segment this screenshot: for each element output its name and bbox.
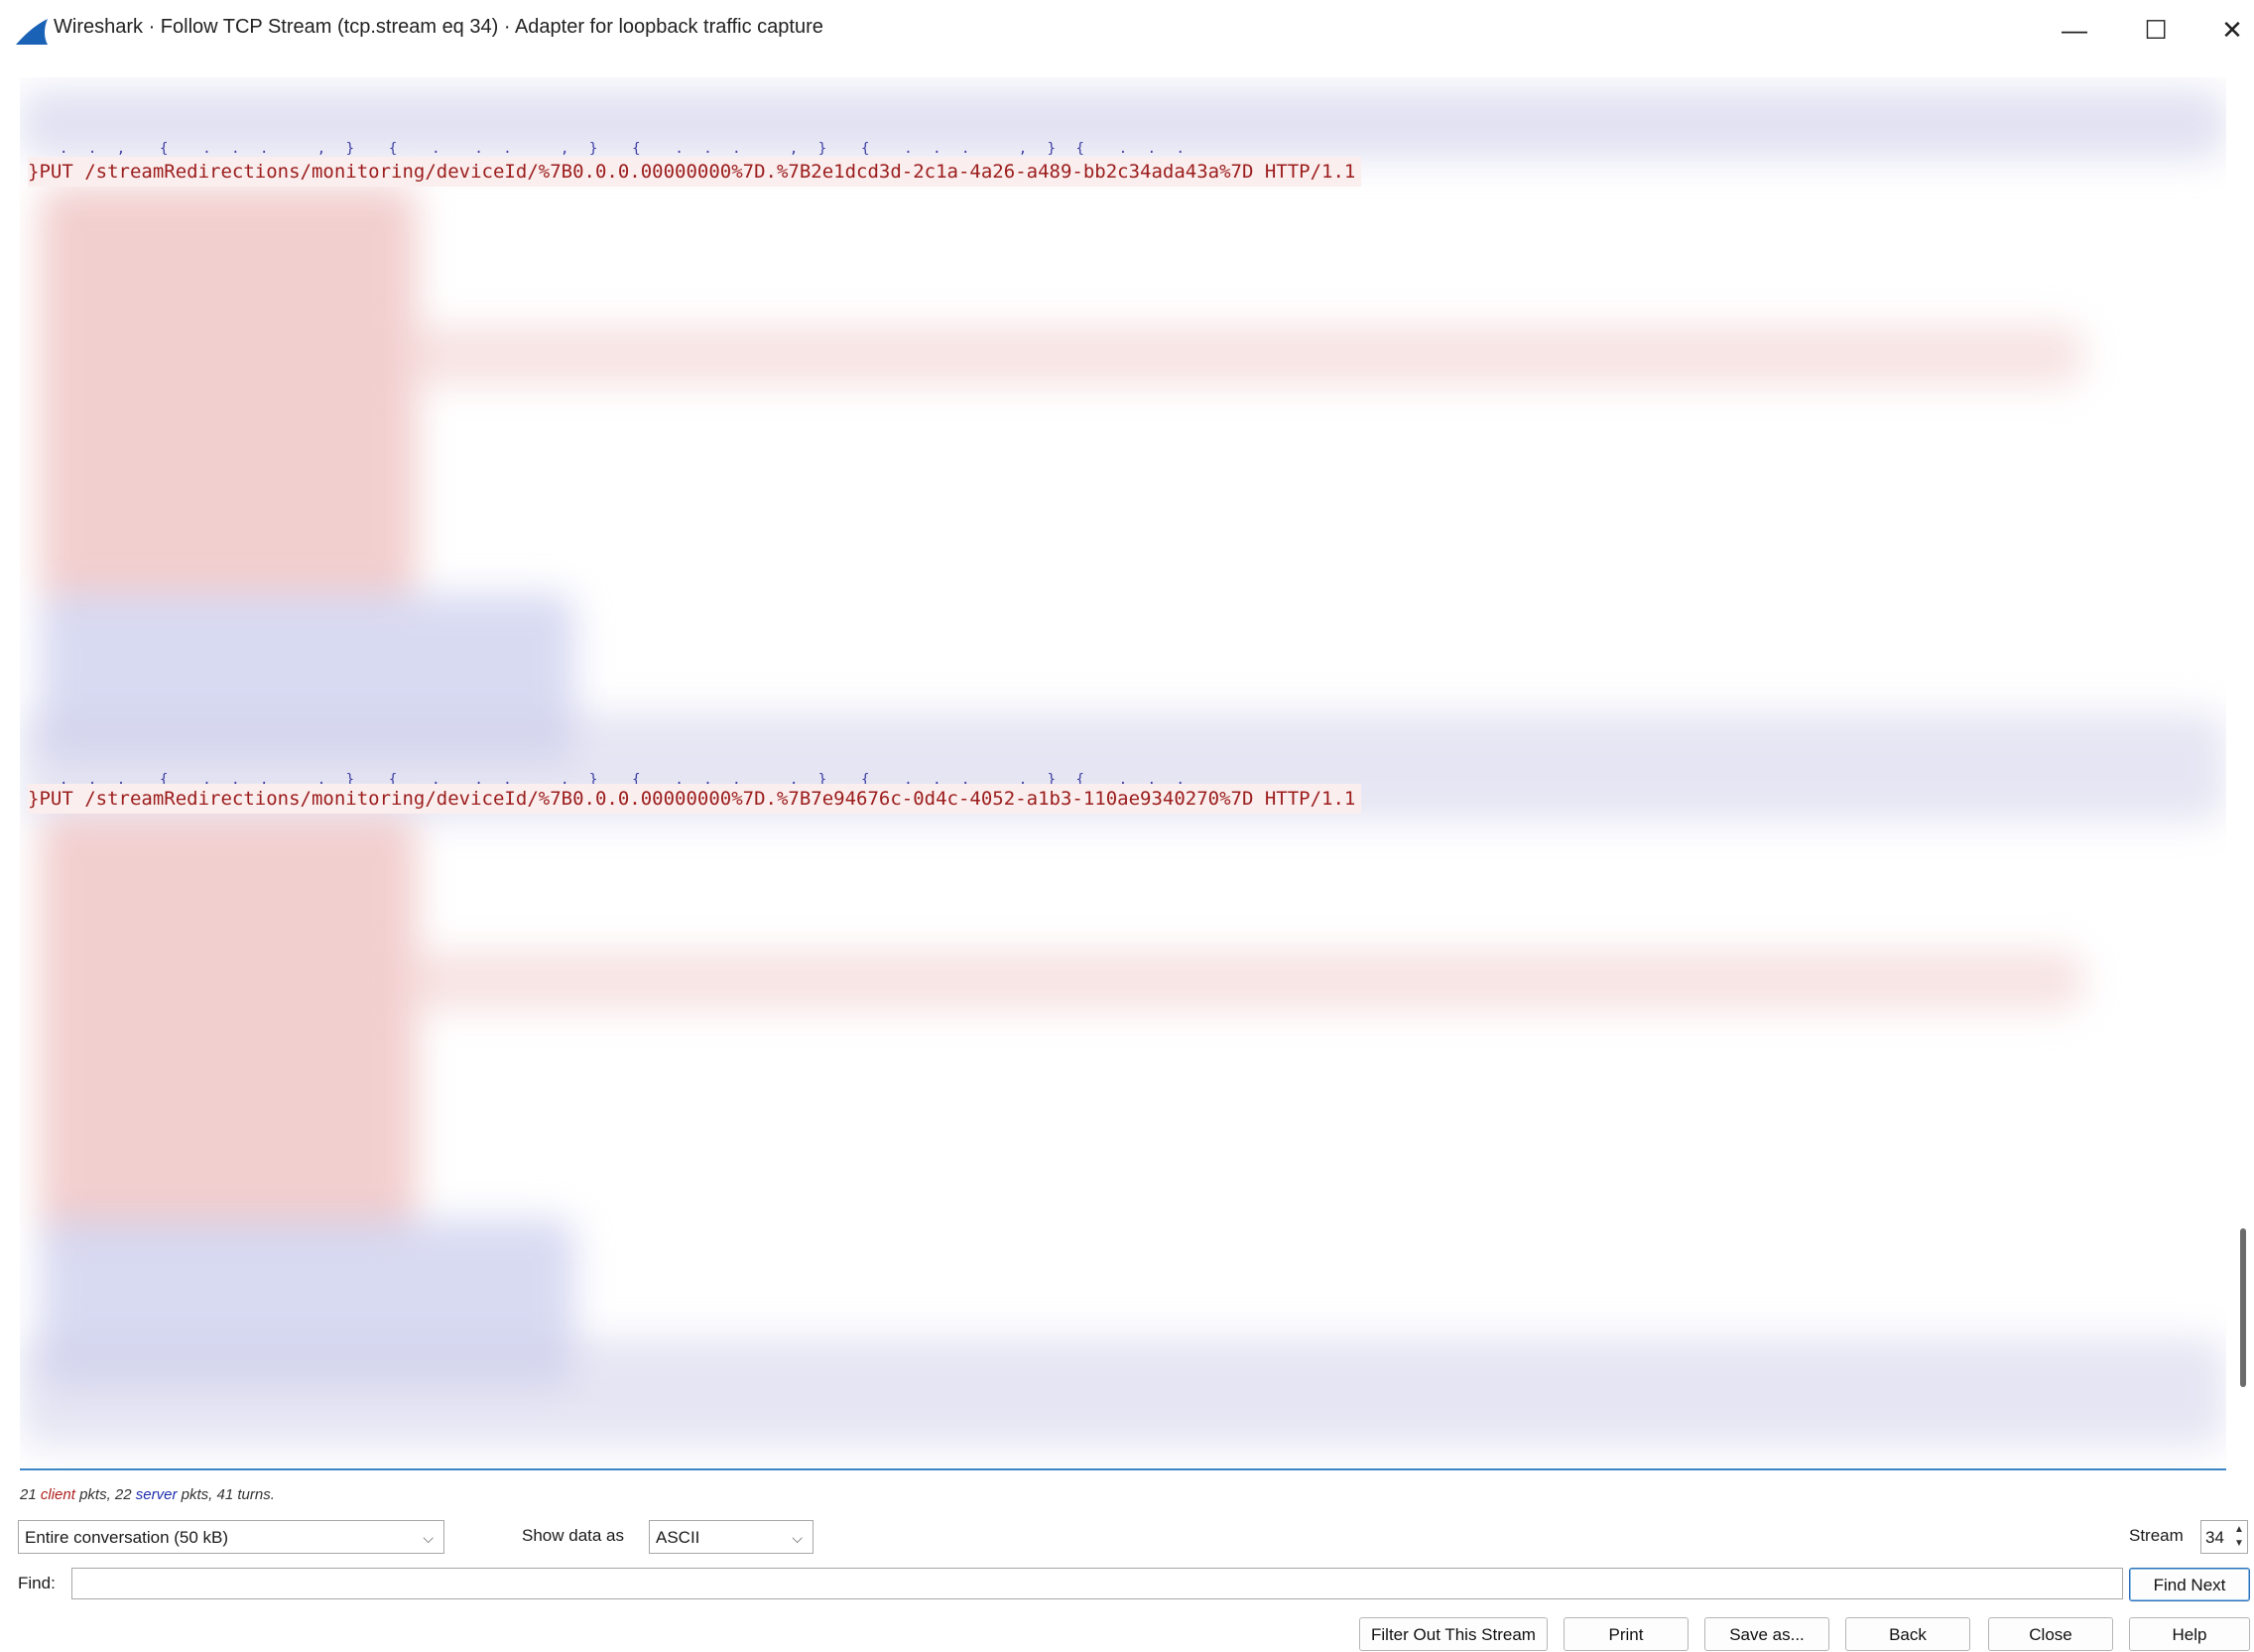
client-suffix: pkts, — [79, 1486, 111, 1503]
server-suffix: pkts, — [181, 1486, 213, 1503]
show-data-select[interactable]: ASCII ⌵ — [649, 1520, 814, 1554]
stream-number-value: 34 — [2205, 1528, 2224, 1547]
close-window-button[interactable]: ✕ — [2196, 0, 2254, 60]
show-data-select-value: ASCII — [656, 1528, 700, 1547]
save-as-button[interactable]: Save as... — [1704, 1617, 1829, 1651]
client-request-line: }PUT /streamRedirections/monitoring/devi… — [28, 784, 1362, 814]
window-title: Wireshark · Follow TCP Stream (tcp.strea… — [54, 16, 823, 38]
find-input[interactable] — [71, 1568, 2123, 1599]
wireshark-fin-icon — [16, 19, 48, 45]
redacted-region — [40, 187, 417, 603]
conversation-select[interactable]: Entire conversation (50 kB) ⌵ — [18, 1520, 444, 1554]
redacted-region — [20, 1337, 2226, 1447]
chevron-down-icon: ⌵ — [792, 1530, 803, 1546]
show-data-label: Show data as — [522, 1526, 625, 1545]
server-count: 22 — [114, 1486, 132, 1503]
back-button[interactable]: Back — [1845, 1617, 1970, 1651]
chevron-down-icon: ⌵ — [423, 1530, 434, 1546]
client-count: 21 — [20, 1486, 37, 1503]
conversation-select-value: Entire conversation (50 kB) — [25, 1528, 229, 1547]
stream-text-area[interactable]: . . , { . . . , } { . . . , } { . . . , … — [20, 77, 2226, 1470]
redacted-region — [397, 951, 2083, 1010]
maximize-button[interactable]: ☐ — [2120, 0, 2191, 60]
client-request-line: }PUT /streamRedirections/monitoring/devi… — [28, 157, 1362, 187]
minimize-button[interactable]: — — [2039, 0, 2110, 60]
find-next-button[interactable]: Find Next — [2129, 1568, 2250, 1601]
stream-label: Stream — [2129, 1526, 2184, 1545]
print-button[interactable]: Print — [1564, 1617, 1689, 1651]
redacted-region — [40, 817, 417, 1233]
stream-number-spinbox[interactable]: 34 ▲ ▼ — [2200, 1520, 2248, 1554]
stream-scrollbar[interactable] — [2240, 1228, 2246, 1387]
spinbox-arrows-icon[interactable]: ▲ ▼ — [2233, 1523, 2245, 1551]
client-word: client — [40, 1486, 75, 1503]
server-word: server — [135, 1486, 178, 1503]
redacted-region — [397, 325, 2083, 385]
stream-stats: 21 client pkts, 22 server pkts, 41 turns… — [20, 1486, 275, 1503]
close-button[interactable]: Close — [1988, 1617, 2113, 1651]
turns-count: 41 turns. — [216, 1486, 275, 1503]
find-label: Find: — [18, 1574, 56, 1592]
filter-out-stream-button[interactable]: Filter Out This Stream — [1359, 1617, 1548, 1651]
help-button[interactable]: Help — [2129, 1617, 2250, 1651]
title-bar: Wireshark · Follow TCP Stream (tcp.strea… — [0, 0, 2254, 64]
